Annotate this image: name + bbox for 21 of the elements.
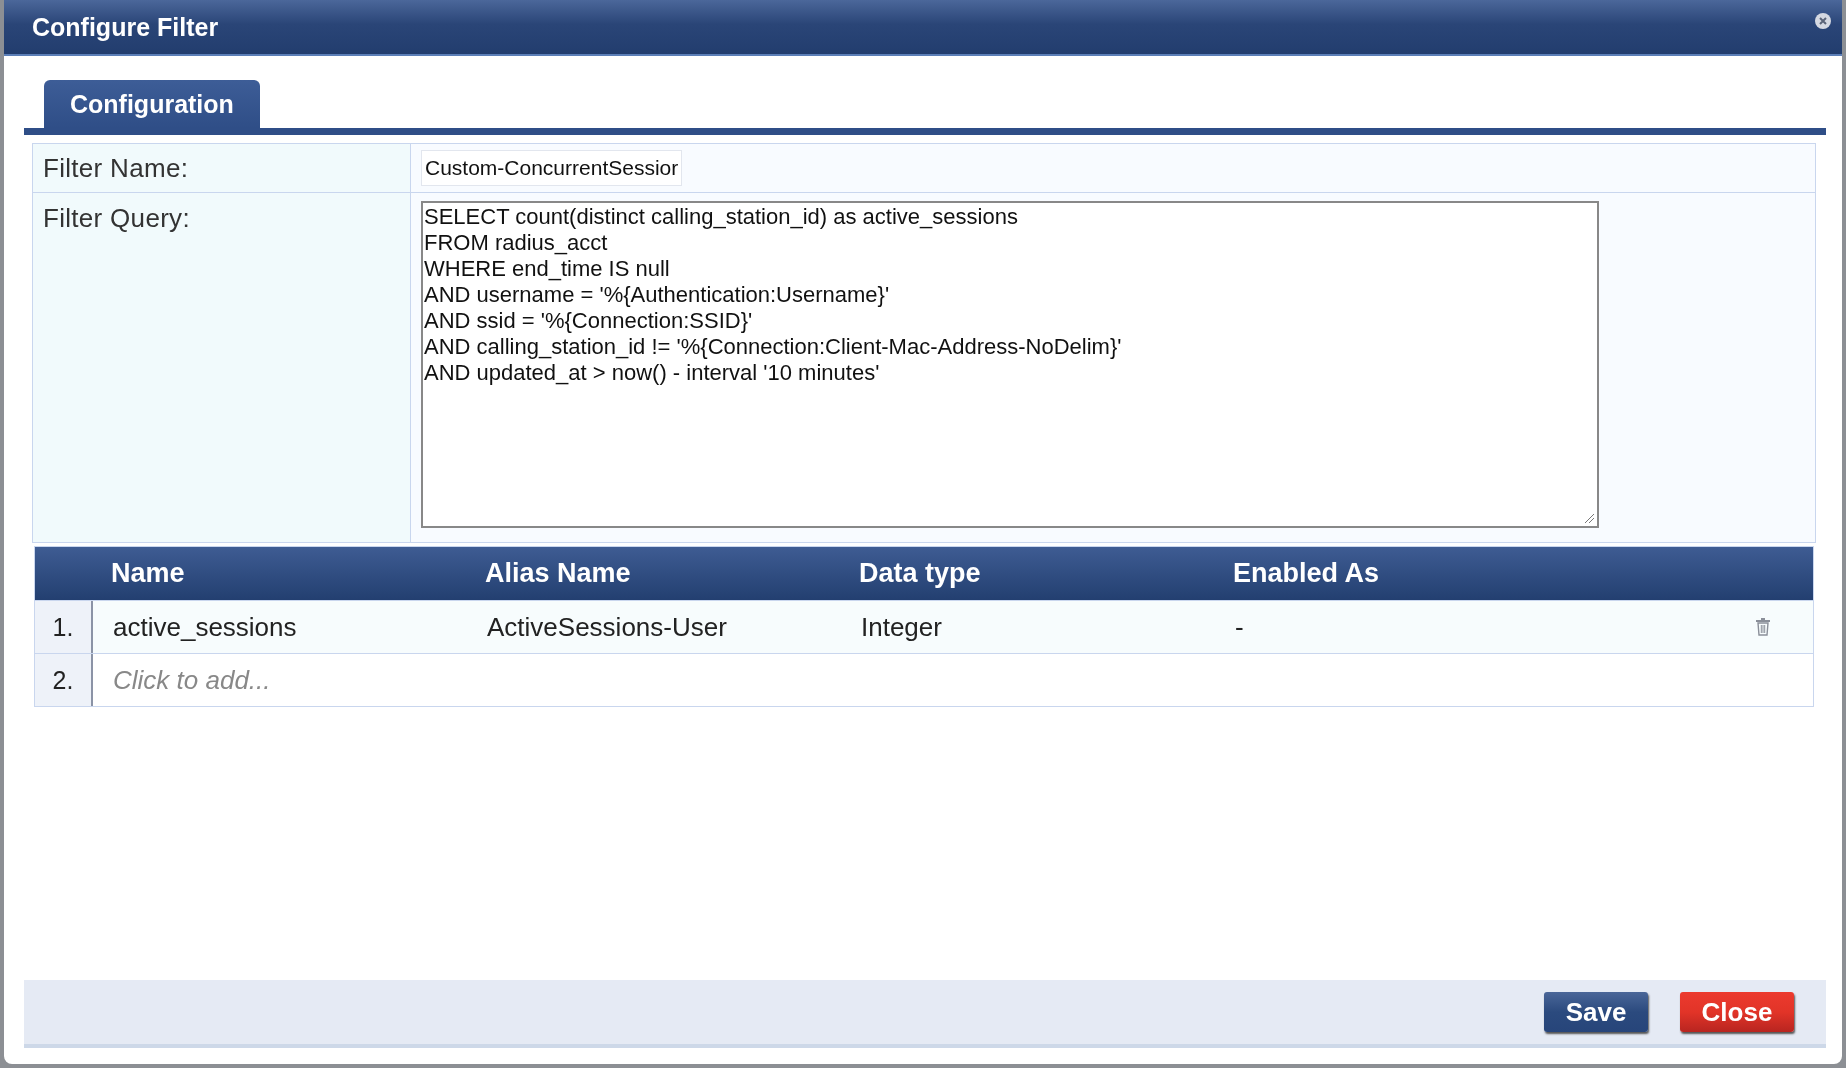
close-icon[interactable] [1814,12,1832,30]
column-header: Name [110,558,186,589]
column-header: Alias Name [484,558,632,589]
resize-handle-icon[interactable] [1583,512,1595,524]
table-cell-text: Integer [860,611,943,643]
field-label: Filter Query: [33,193,411,542]
close-button[interactable]: Close [1680,992,1794,1032]
field-label: Filter Name: [33,144,411,192]
column-header: Enabled As [1232,558,1381,589]
table-cell-text: ActiveSessions-User [486,611,728,643]
column-header: Data type [858,558,982,589]
input-field[interactable]: Custom-ConcurrentSessior [421,150,683,186]
window-title: Configure Filter [32,12,219,42]
row-number: 2. [35,654,93,706]
save-button[interactable]: Save [1544,992,1648,1032]
table-cell-text: active_sessions [112,611,298,643]
table-cell-text: - [1234,611,1245,643]
row-number: 1. [35,601,93,653]
tab[interactable]: Configuration [44,80,260,128]
trash-icon[interactable] [1755,618,1771,636]
add-row-field[interactable]: Click to add... [93,664,271,696]
